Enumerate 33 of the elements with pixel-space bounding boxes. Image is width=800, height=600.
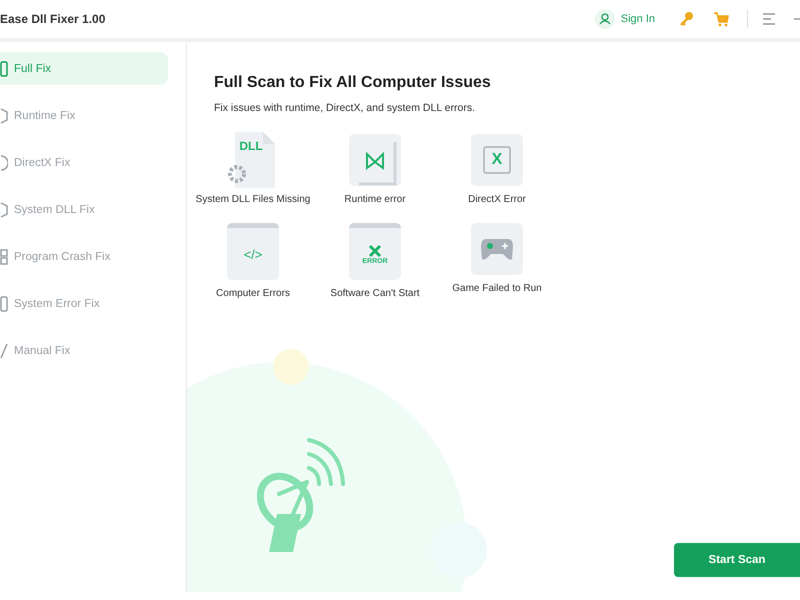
sidebar-item[interactable]: DirectX Fix <box>0 146 168 179</box>
issue-label: Software Can't Start <box>330 288 420 299</box>
key-icon[interactable] <box>679 11 695 27</box>
sidebar-item[interactable]: Program Crash Fix <box>0 240 168 273</box>
page-heading: Full Scan to Fix All Computer Issues <box>214 74 492 92</box>
page-description: Fix issues with runtime, DirectX, and system DLL errors. <box>214 102 476 114</box>
nav-icon <box>0 154 8 170</box>
nav-icon <box>0 248 8 264</box>
issue-label: Runtime error <box>344 194 406 205</box>
issue-label: Game Failed to Run <box>452 283 542 294</box>
sidebar-item[interactable]: System Error Fix <box>0 287 168 320</box>
issue-label: DirectX Error <box>468 194 526 205</box>
window-title: Ease Dll Fixer 1.00 <box>0 12 106 26</box>
nav-icon <box>0 108 8 124</box>
sidebar-item[interactable]: Runtime Fix <box>0 99 168 132</box>
directx-window-icon: X <box>471 134 523 186</box>
sidebar-item[interactable]: Full Fix <box>0 52 168 85</box>
menu-icon[interactable] <box>762 13 776 25</box>
nav-icon <box>0 202 8 218</box>
cart-icon[interactable] <box>713 11 729 27</box>
sign-in-button[interactable]: Sign In <box>594 9 655 29</box>
code-window-icon: </> <box>227 223 279 280</box>
sidebar-item[interactable]: System DLL Fix <box>0 193 168 226</box>
sidebar-item[interactable]: Manual Fix <box>0 334 168 367</box>
nav-icon <box>0 296 8 312</box>
nav-icon <box>0 342 8 358</box>
runtime-window-icon <box>349 134 401 186</box>
gamepad-icon <box>471 223 523 275</box>
nav-icon <box>0 60 8 76</box>
issue-label: System DLL Files Missing <box>196 194 310 205</box>
start-scan-button[interactable]: Start Scan <box>674 543 800 577</box>
issue-label: Computer Errors <box>216 288 290 299</box>
user-icon <box>594 9 615 29</box>
